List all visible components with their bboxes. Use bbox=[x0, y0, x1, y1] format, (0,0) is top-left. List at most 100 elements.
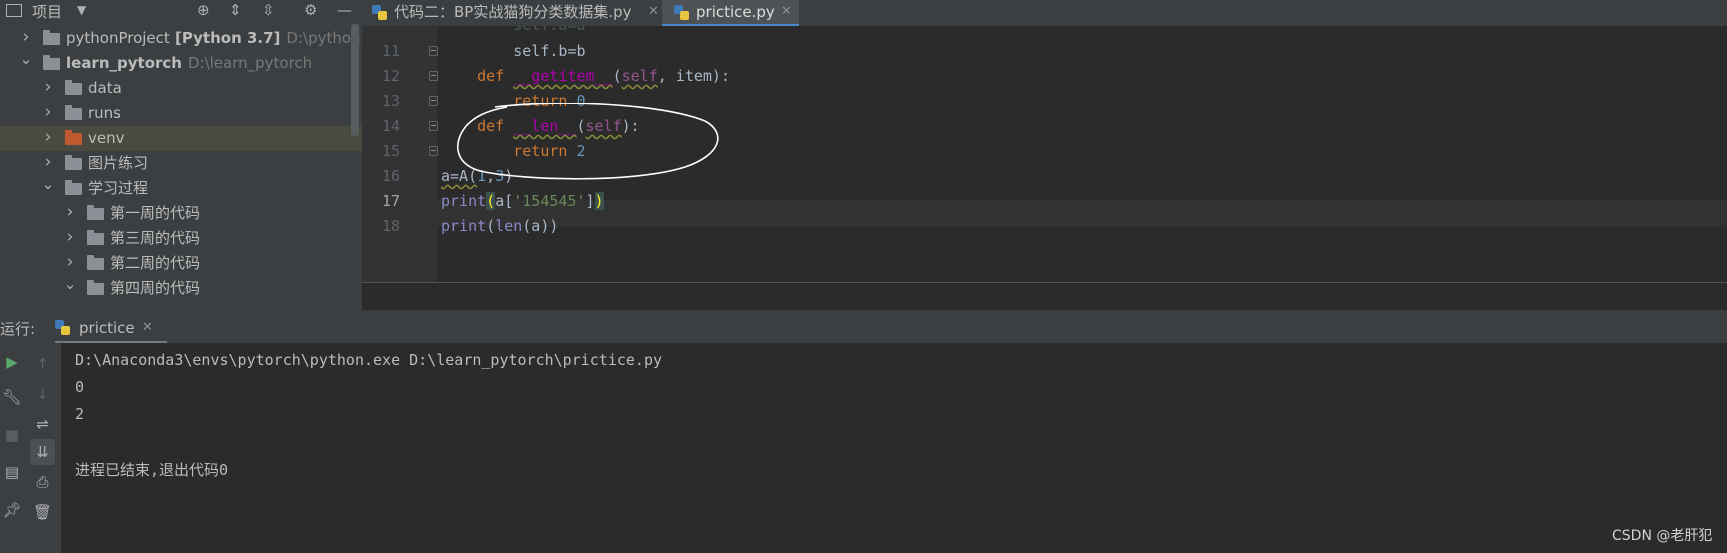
arrow-up-icon[interactable]: ↑ bbox=[24, 355, 61, 373]
wrench-icon[interactable]: 🔧︎ bbox=[0, 388, 24, 406]
tree-item[interactable]: ›pythonProject [Python 3.7]D:\pythonProj… bbox=[0, 26, 362, 51]
run-panel-label: 运行: bbox=[0, 320, 36, 338]
run-tab-label: prictice bbox=[79, 319, 135, 337]
tree-item-name: 第一周的代码 bbox=[110, 204, 201, 222]
tree-item[interactable]: ⌄ learn_pytorch D:\learn_pytorch bbox=[0, 50, 362, 76]
line-number: 15 bbox=[381, 142, 400, 160]
fold-marker-icon[interactable] bbox=[429, 146, 438, 156]
close-icon[interactable]: ✕ bbox=[781, 0, 792, 24]
stop-icon[interactable]: ■ bbox=[0, 426, 24, 444]
tree-item[interactable]: › 第三周的代码 bbox=[0, 226, 362, 251]
code-text: print(len(a)) bbox=[441, 213, 558, 240]
project-tree: › pythonProject [Python 3.7]D:\pythonProj… bbox=[0, 26, 362, 310]
expand-all-icon[interactable]: ⇕ bbox=[229, 1, 242, 19]
line-number: 14 bbox=[381, 117, 400, 135]
editor-tab-bp-cat-dog[interactable]: 代码二：BP实战猫狗分类数据集.py ✕ bbox=[368, 0, 659, 26]
console-line: D:\Anaconda3\envs\pytorch\python.exe D:\… bbox=[75, 351, 662, 369]
chevron-down-icon[interactable]: ⌄ bbox=[41, 172, 55, 197]
python-file-icon bbox=[674, 5, 689, 20]
rerun-icon[interactable]: ▶ bbox=[0, 353, 24, 371]
code-token: (a)) bbox=[522, 217, 559, 235]
arrow-down-icon[interactable]: ↓ bbox=[24, 385, 61, 403]
chevron-right-icon[interactable]: › bbox=[41, 75, 55, 100]
code-token: len bbox=[495, 217, 523, 235]
folder-icon bbox=[87, 255, 104, 270]
tree-item-name: 第二周的代码 bbox=[110, 254, 201, 272]
editor-tab-prictice[interactable]: prictice.py ✕ bbox=[662, 0, 799, 26]
fold-marker-icon[interactable] bbox=[429, 71, 438, 81]
folder-icon bbox=[87, 280, 104, 295]
folder-icon bbox=[65, 130, 82, 145]
run-action-bar: ▶ 🔧︎ ■ ▤ 📌︎ bbox=[0, 343, 24, 553]
line-number: 11 bbox=[381, 42, 400, 60]
tree-item-interpreter: [Python 3.7] bbox=[169, 29, 281, 47]
tree-item-label: pythonProject [Python 3.7]D:\pythonProje bbox=[66, 26, 362, 51]
tree-item[interactable]: ⌄ 第四周的代码 bbox=[0, 275, 362, 301]
tree-item-label: 第三周的代码 bbox=[110, 226, 200, 251]
code-line-18: 18 print(len(a)) bbox=[362, 213, 1727, 240]
tree-item-name: venv bbox=[88, 129, 125, 147]
code-token: ( bbox=[612, 67, 622, 85]
soft-wrap-icon[interactable]: ⇌ bbox=[24, 415, 61, 433]
folder-icon bbox=[87, 205, 104, 220]
chevron-down-icon[interactable]: ⌄ bbox=[19, 47, 33, 72]
console-line: 2 bbox=[75, 405, 85, 423]
watermark: CSDN @老肝犯 bbox=[1612, 528, 1713, 544]
code-token: def bbox=[477, 67, 514, 85]
run-panel-header: 运行: bbox=[0, 310, 1727, 343]
chevron-right-icon[interactable]: › bbox=[63, 225, 77, 250]
line-number: 12 bbox=[381, 67, 400, 85]
project-panel-title[interactable]: 项目 bbox=[32, 1, 62, 22]
tree-item[interactable]: ⌄ 学习过程 bbox=[0, 175, 362, 201]
fold-marker-icon[interactable] bbox=[429, 46, 438, 56]
code-token: ( bbox=[486, 192, 496, 210]
code-token: self.b bbox=[441, 42, 568, 60]
tree-item[interactable]: › 第一周的代码 bbox=[0, 201, 362, 226]
tree-item[interactable]: › venv bbox=[0, 126, 362, 151]
code-line-11: 11 self.b=b bbox=[362, 38, 1727, 65]
console-line: 0 bbox=[75, 378, 85, 396]
tree-item-name: 图片练习 bbox=[88, 154, 149, 172]
collapse-all-icon[interactable]: ⇳ bbox=[262, 1, 275, 19]
scroll-to-end-icon[interactable]: ⇊ bbox=[30, 439, 55, 465]
locate-target-icon[interactable]: ⊕ bbox=[197, 1, 210, 19]
layout-icon[interactable]: ▤ bbox=[0, 463, 24, 481]
tree-item[interactable]: › runs bbox=[0, 101, 362, 126]
console-output[interactable]: D:\Anaconda3\envs\pytorch\python.exe D:\… bbox=[61, 343, 1727, 553]
chevron-right-icon[interactable]: › bbox=[41, 125, 55, 150]
code-text: self.b=b bbox=[441, 38, 585, 65]
print-icon[interactable]: ⎙ bbox=[24, 473, 61, 491]
code-line-12: 12 def __getitem__(self, item): bbox=[362, 63, 1727, 90]
close-icon[interactable]: ✕ bbox=[142, 313, 153, 343]
fold-marker-icon[interactable] bbox=[429, 121, 438, 131]
project-panel: 项目 ▼ ⊕ ⇕ ⇳ ⚙ — › pythonProject [Python 3.… bbox=[0, 0, 362, 310]
tree-item-label: 第二周的代码 bbox=[110, 251, 200, 276]
tree-item-label: venv bbox=[88, 126, 125, 151]
code-token: self bbox=[621, 67, 658, 85]
chevron-down-icon[interactable]: ▼ bbox=[77, 3, 86, 17]
tree-item-label: 第一周的代码 bbox=[110, 201, 200, 226]
code-token: ] bbox=[585, 192, 595, 210]
tree-item-label: runs bbox=[88, 101, 121, 126]
tab-label: prictice.py bbox=[696, 3, 775, 21]
trash-icon[interactable]: 🗑︎ bbox=[24, 503, 61, 521]
editor-bottom-area bbox=[362, 283, 1727, 310]
tree-item[interactable]: › data bbox=[0, 76, 362, 101]
project-tree-scrollbar[interactable] bbox=[351, 24, 359, 136]
chevron-down-icon[interactable]: ⌄ bbox=[63, 272, 77, 297]
tree-item[interactable]: › 第二周的代码 bbox=[0, 251, 362, 276]
project-view-icon[interactable] bbox=[6, 4, 22, 17]
folder-icon bbox=[65, 80, 82, 95]
code-token: print bbox=[441, 192, 487, 210]
pin-icon[interactable]: 📌︎ bbox=[0, 501, 24, 519]
chevron-right-icon[interactable]: › bbox=[41, 100, 55, 125]
code-token: __getitem__ bbox=[513, 67, 613, 85]
line-number: 13 bbox=[381, 92, 400, 110]
code-text: def __getitem__(self, item): bbox=[441, 63, 730, 90]
gear-icon[interactable]: ⚙ bbox=[304, 1, 317, 19]
fold-marker-icon[interactable] bbox=[429, 96, 438, 106]
minimize-icon[interactable]: — bbox=[337, 1, 352, 19]
chevron-right-icon[interactable]: › bbox=[63, 200, 77, 225]
close-icon[interactable]: ✕ bbox=[648, 0, 659, 24]
